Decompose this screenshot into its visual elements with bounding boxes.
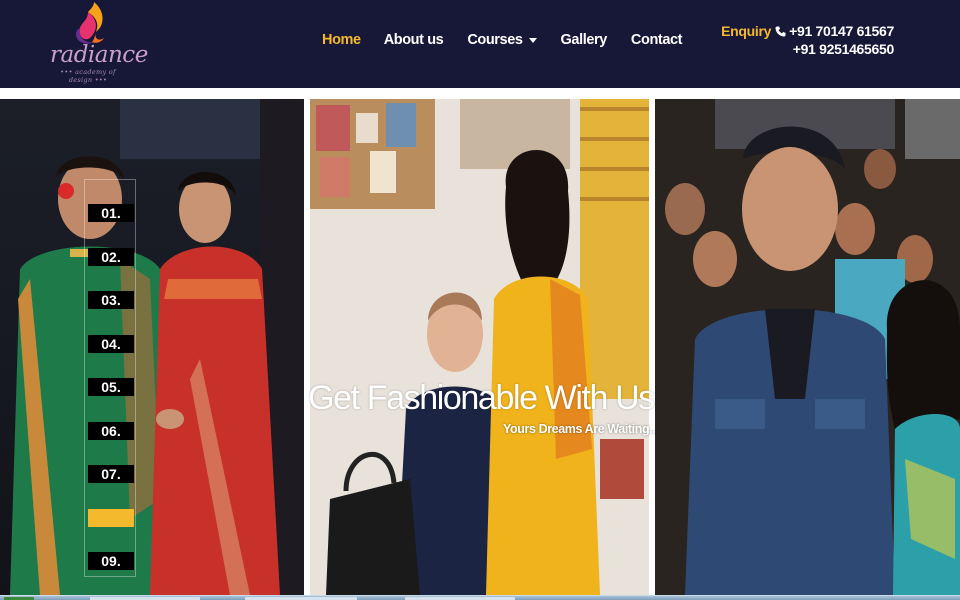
main-nav: Home About us Courses Gallery Contact <box>322 30 682 50</box>
slide-photo-1-image <box>0 99 304 595</box>
hero-subheading: Yours Dreams Are Waiting.. <box>503 422 656 436</box>
slide-photo-1: 01. 02. 03. 04. 05. 06. 07. 08. 09. <box>0 99 304 595</box>
slide-nav-item[interactable]: 06. <box>88 422 134 440</box>
slide-nav-item[interactable]: 01. <box>88 204 134 222</box>
slide-photo-3 <box>655 99 960 595</box>
slide-photo-3-image <box>655 99 960 595</box>
slide-nav-item-active[interactable]: 08. <box>88 509 134 527</box>
brand-tagline: ••• academy of design ••• <box>60 68 116 84</box>
slide-nav-item[interactable]: 04. <box>88 335 134 353</box>
os-taskbar <box>0 595 960 600</box>
phone-icon <box>775 26 786 37</box>
slide-nav-item[interactable]: 03. <box>88 291 134 309</box>
brand-name: radiance <box>50 42 148 68</box>
nav-courses-label: Courses <box>467 32 523 48</box>
hero-heading: Get Fashionable With Us <box>308 379 655 417</box>
slide-nav-item[interactable]: 07. <box>88 465 134 483</box>
slide-number-nav: 01. 02. 03. 04. 05. 06. 07. 08. 09. <box>84 179 136 577</box>
caret-down-icon <box>528 38 537 43</box>
nav-contact[interactable]: Contact <box>631 30 683 50</box>
nav-about-us[interactable]: About us <box>384 30 444 50</box>
slide-photo-2-image <box>310 99 649 595</box>
slide-nav-item[interactable]: 02. <box>88 248 134 266</box>
nav-courses[interactable]: Courses <box>467 30 537 50</box>
phone-number-2[interactable]: +91 9251465650 <box>721 40 895 58</box>
site-header: radiance ••• academy of design ••• Home … <box>0 0 960 88</box>
hero-slider: 01. 02. 03. 04. 05. 06. 07. 08. 09. Get … <box>0 99 960 595</box>
phone-number-1[interactable]: +91 70147 61567 <box>789 23 894 39</box>
slide-nav-item[interactable]: 09. <box>88 552 134 570</box>
enquiry-contact: Enquiry +91 70147 61567 +91 9251465650 <box>721 22 894 58</box>
brand-logo[interactable]: radiance ••• academy of design ••• <box>48 2 148 84</box>
slide-nav-item[interactable]: 05. <box>88 378 134 396</box>
flame-logo-icon <box>76 2 104 44</box>
slide-photo-2 <box>310 99 649 595</box>
nav-home[interactable]: Home <box>322 30 361 50</box>
enquiry-label: Enquiry <box>721 23 772 39</box>
nav-gallery[interactable]: Gallery <box>561 30 608 50</box>
